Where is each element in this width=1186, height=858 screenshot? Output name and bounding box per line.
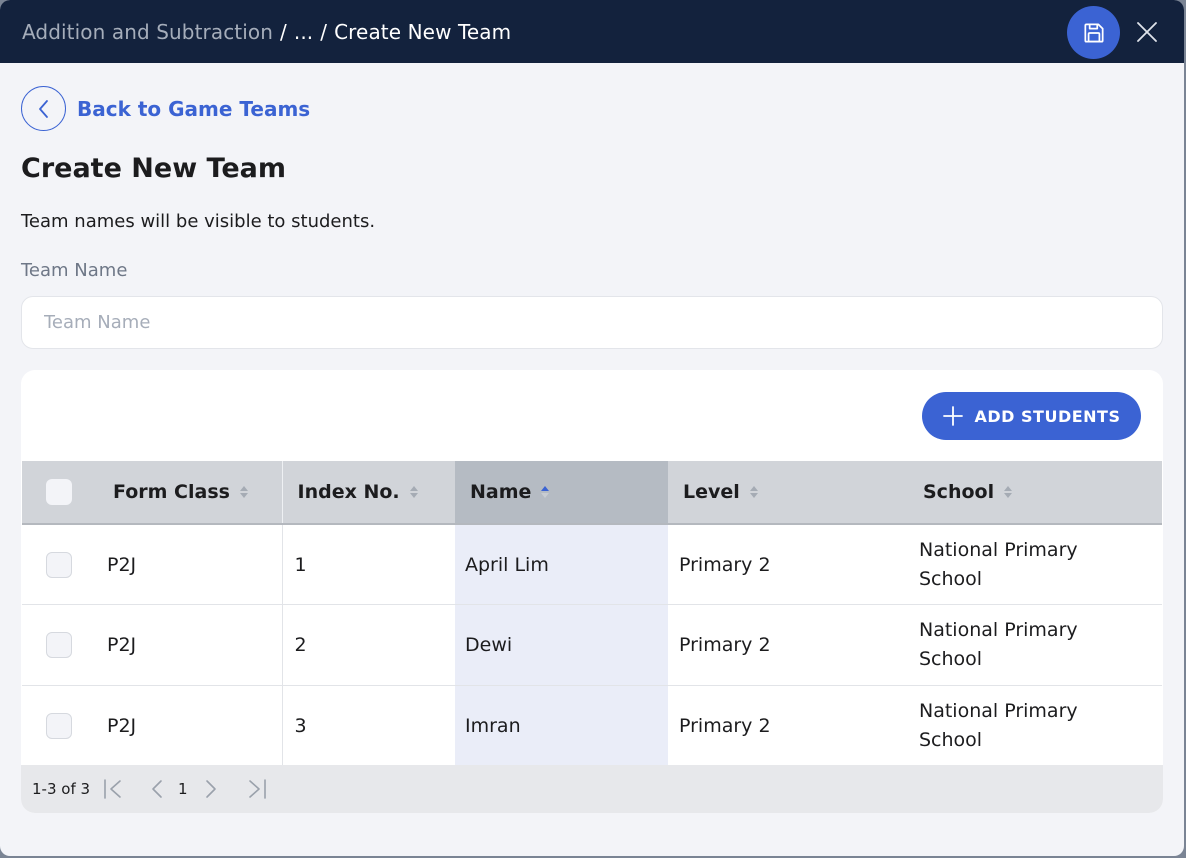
page-title: Create New Team (21, 153, 287, 184)
back-link-label[interactable]: Back to Game Teams (77, 97, 310, 121)
last-page-button[interactable] (246, 777, 268, 801)
table-row[interactable]: P2J 3 Imran Primary 2 National Primary S… (22, 685, 1162, 766)
column-label: Form Class (113, 481, 230, 503)
pagination-range: 1-3 of 3 (32, 780, 91, 798)
cell-level: Primary 2 (679, 553, 771, 576)
column-label: Index No. (297, 481, 400, 503)
row-checkbox[interactable] (46, 712, 72, 739)
cell-school: National Primary School (919, 538, 1078, 590)
cell-school: National Primary School (919, 618, 1078, 670)
sort-icon[interactable] (239, 486, 248, 498)
plus-icon (942, 406, 963, 426)
page-subtitle: Team names will be visible to students. (21, 211, 376, 232)
sort-icon[interactable] (409, 486, 418, 498)
first-page-button[interactable] (102, 777, 124, 801)
table-row[interactable]: P2J 2 Dewi Primary 2 National Primary Sc… (22, 604, 1162, 686)
team-name-input[interactable] (21, 296, 1163, 349)
column-header-index-no[interactable]: Index No. (282, 461, 455, 525)
row-checkbox[interactable] (46, 631, 72, 658)
first-page-icon (104, 779, 121, 799)
column-header-form-class[interactable]: Form Class (107, 461, 283, 525)
sort-icon[interactable] (749, 486, 758, 498)
cell-form-class: P2J (107, 685, 283, 766)
back-to-game-teams-link[interactable]: Back to Game Teams (21, 86, 310, 131)
team-name-label: Team Name (21, 260, 128, 281)
row-select-cell (22, 605, 107, 686)
cell-level: Primary 2 (679, 714, 771, 737)
column-label: Name (470, 481, 532, 503)
current-page-number: 1 (178, 780, 188, 798)
column-header-school[interactable]: School (908, 461, 1162, 525)
create-team-modal: Addition and Subtraction / ... / Create … (0, 0, 1184, 856)
sort-icon[interactable] (1004, 486, 1013, 498)
students-table: Form Class Index No. Name Level School P… (22, 461, 1162, 766)
back-button[interactable] (21, 86, 66, 131)
cell-name: Imran (455, 685, 668, 766)
cell-name: April Lim (455, 524, 668, 605)
pagination-bar: 1-3 of 3 1 (21, 765, 1163, 813)
select-all-checkbox[interactable] (46, 479, 72, 505)
breadcrumb-current: Create New Team (334, 19, 512, 44)
cell-level: Primary 2 (679, 633, 771, 656)
column-label: School (923, 481, 995, 503)
add-students-label: ADD STUDENTS (974, 406, 1121, 426)
close-x-icon (1137, 22, 1157, 42)
cell-school: National Primary School (919, 699, 1078, 751)
cell-index-no: 2 (294, 633, 307, 656)
breadcrumb-separator: / (280, 19, 287, 44)
breadcrumb: Addition and Subtraction / ... / Create … (22, 20, 511, 44)
column-label: Level (683, 481, 740, 503)
cell-form-class: P2J (107, 604, 283, 685)
table-header-row: Form Class Index No. Name Level School (22, 461, 1162, 525)
floppy-disk-icon (1083, 22, 1104, 43)
students-card: ADD STUDENTS Form Class Index No. Name L… (21, 370, 1163, 813)
breadcrumb-item-game[interactable]: Addition and Subtraction (22, 20, 273, 44)
modal-header: Addition and Subtraction / ... / Create … (0, 0, 1184, 63)
last-page-icon (248, 779, 266, 799)
next-page-button[interactable] (204, 777, 218, 801)
row-select-cell (22, 524, 107, 605)
breadcrumb-ellipsis[interactable]: ... (294, 20, 313, 44)
save-button[interactable] (1067, 6, 1120, 59)
breadcrumb-separator: / (320, 19, 328, 44)
column-header-name[interactable]: Name (455, 461, 668, 525)
close-button[interactable] (1132, 17, 1162, 47)
row-select-cell (22, 685, 107, 766)
cell-name: Dewi (455, 604, 668, 685)
select-all-cell (22, 461, 107, 525)
column-header-level[interactable]: Level (668, 461, 908, 525)
cell-form-class: P2J (107, 524, 283, 605)
previous-page-button[interactable] (150, 777, 164, 801)
table-row[interactable]: P2J 1 April Lim Primary 2 National Prima… (22, 524, 1162, 605)
cell-index-no: 3 (294, 714, 307, 737)
chevron-left-icon (152, 780, 162, 798)
cell-index-no: 1 (294, 553, 307, 576)
sort-ascending-icon[interactable] (541, 486, 550, 498)
add-students-button[interactable]: ADD STUDENTS (922, 392, 1141, 440)
chevron-left-icon (38, 99, 48, 118)
row-checkbox[interactable] (46, 551, 72, 578)
chevron-right-icon (205, 780, 216, 798)
